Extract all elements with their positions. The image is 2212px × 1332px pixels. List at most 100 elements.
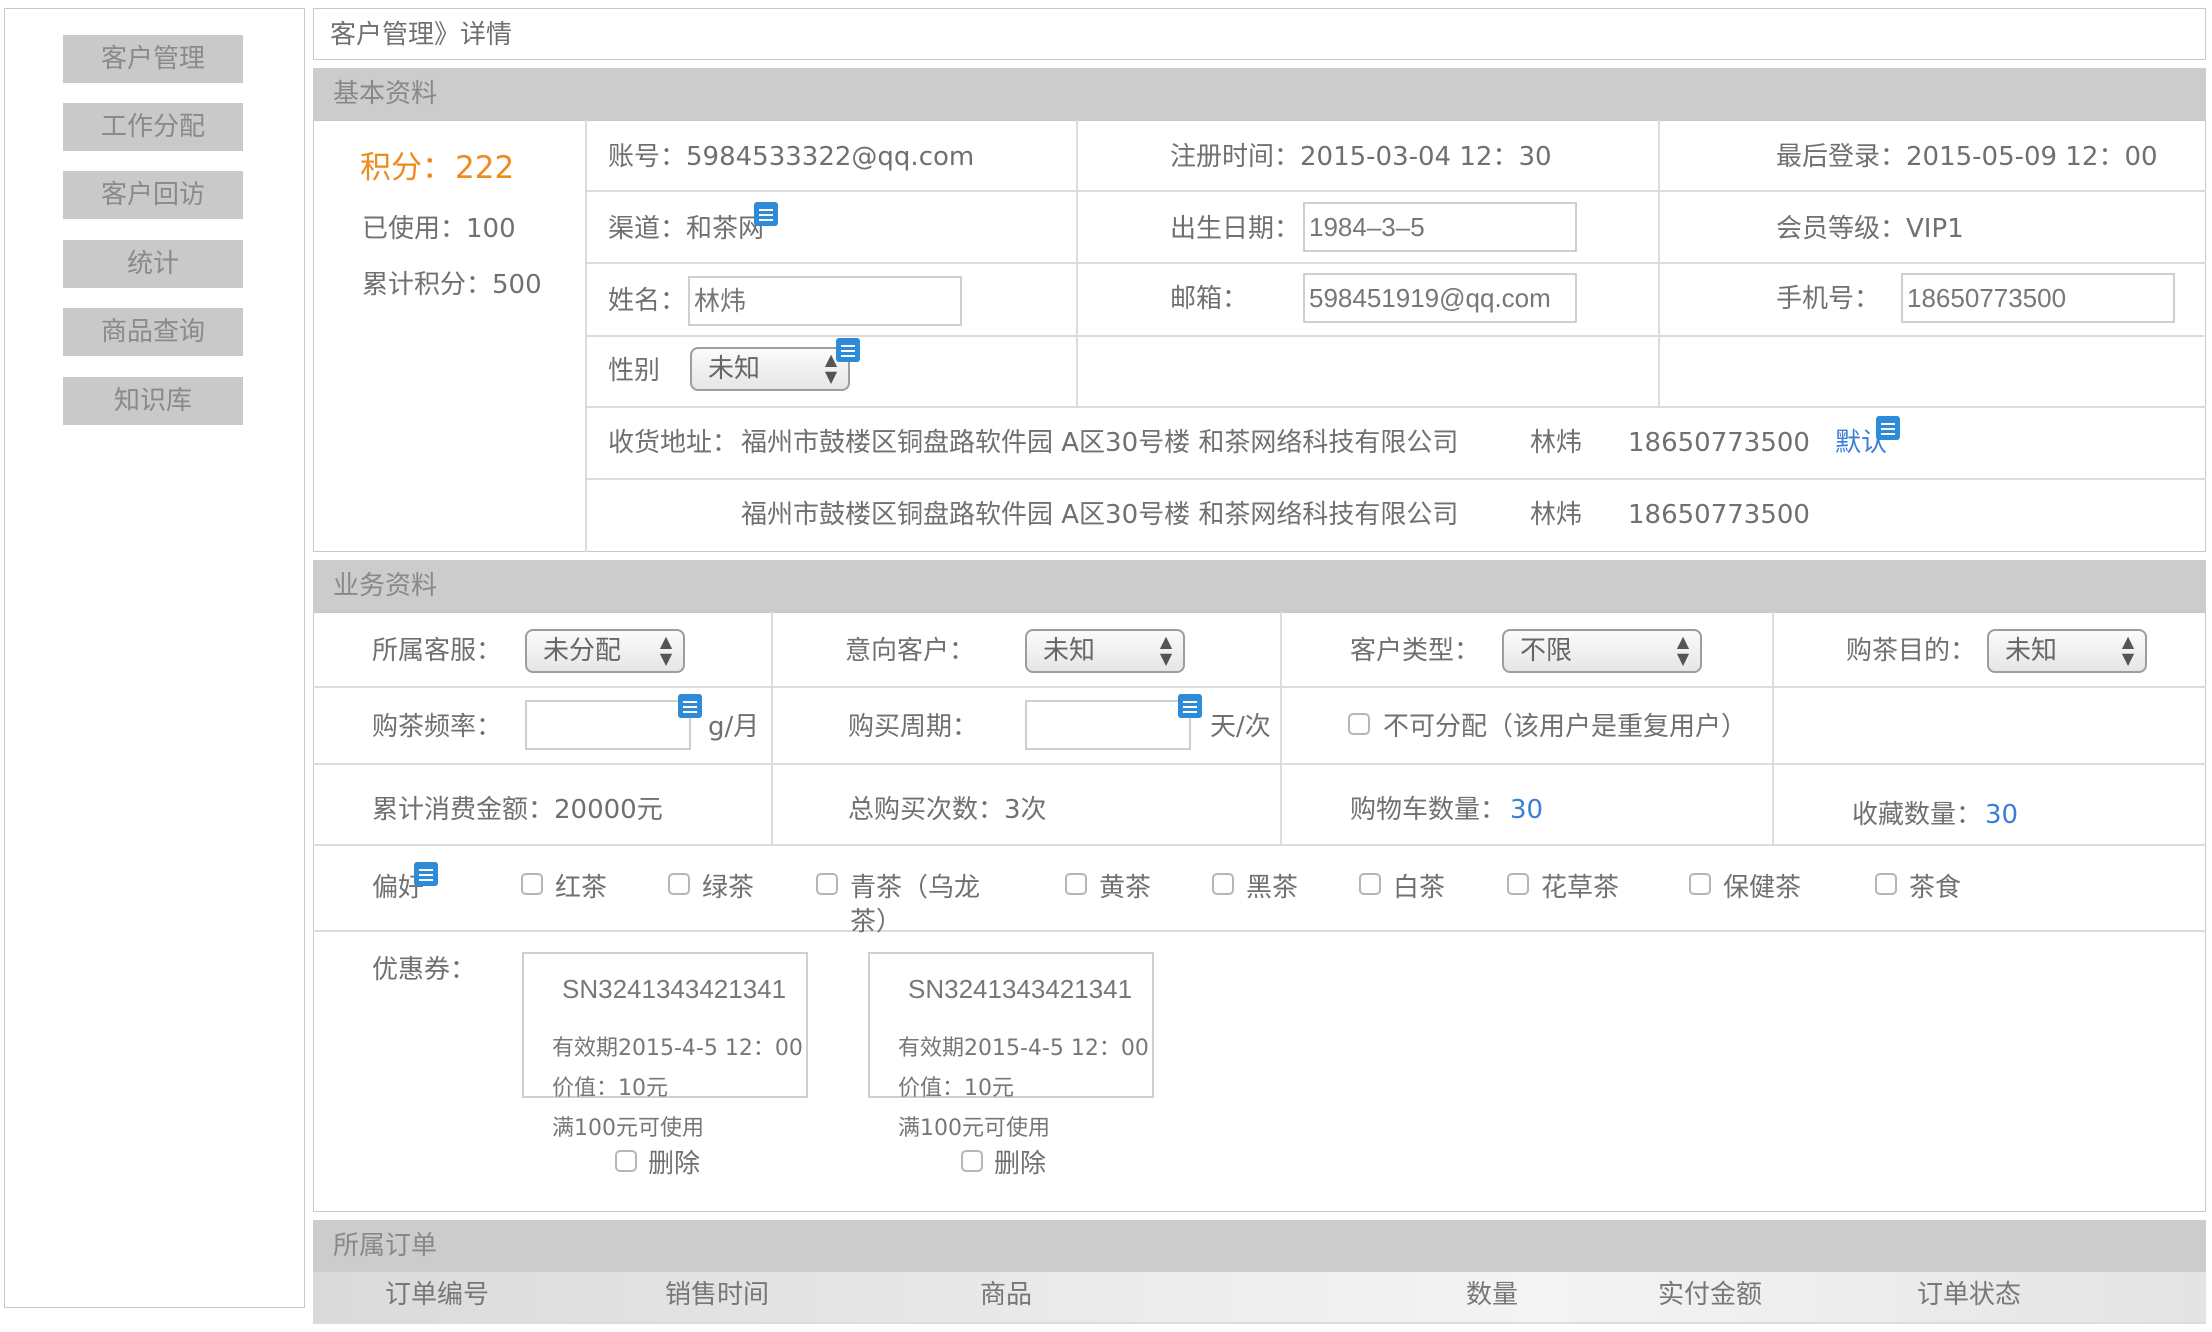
sidebar-item-statistics[interactable]: 统计 [63,240,243,288]
no-assign-label: 不可分配（该用户是重复用户） [1383,712,1748,742]
pref-yellow-tea-checkbox[interactable] [1065,873,1087,895]
pref-label: 红茶 [555,873,608,903]
address-name: 林炜 [1530,428,1583,458]
column-header: 数量 [1466,1280,1519,1310]
pref-label: 花草茶 [1541,873,1620,903]
divider [313,763,2206,765]
address-name: 林炜 [1530,500,1583,530]
register-time: 注册时间：2015-03-04 12：30 [1170,142,1552,172]
sidebar-item-customer-management[interactable]: 客户管理 [63,35,243,83]
address-phone: 18650773500 [1628,500,1810,530]
fav-count-link[interactable]: 30 [1985,798,2018,832]
pref-herbal-tea-checkbox[interactable] [1507,873,1529,895]
coupon-card: SN3241343421341 有效期2015-4-5 12：00 价值：10元… [868,952,1154,1141]
gender-label: 性别 [608,356,661,386]
coupon-label: 优惠券： [372,955,477,985]
divider [585,262,2206,264]
email-label: 邮箱： [1170,284,1249,314]
breadcrumb-bar: 客户管理》详情 [313,8,2206,60]
coupon-value: 价值：10元 [552,1076,668,1101]
last-login: 最后登录：2015-05-09 12：00 [1776,142,2158,172]
pref-label: 茶食 [1909,873,1962,903]
sidebar: 客户管理 工作分配 客户回访 统计 商品查询 知识库 [4,8,305,1308]
section-business-title: 业务资料 [313,560,2206,612]
pref-red-tea-checkbox[interactable] [521,873,543,895]
select-arrows-icon: ▲ ▼ [1159,632,1173,668]
coupon-valid: 有效期2015-4-5 12：00 [552,1036,803,1061]
phone-label: 手机号： [1776,284,1881,314]
column-header: 订单状态 [1917,1280,2022,1310]
sidebar-item-customer-revisit[interactable]: 客户回访 [63,171,243,219]
coupon-delete-checkbox[interactable] [961,1150,983,1172]
sidebar-item-product-search[interactable]: 商品查询 [63,308,243,356]
pref-label: 绿茶 [702,873,755,903]
intent-select-value: 未知 [1043,636,1096,666]
gender-select-value: 未知 [708,354,761,384]
select-arrows-icon: ▲ ▼ [2121,632,2135,668]
divider [313,930,2206,932]
purpose-select-value: 未知 [2005,636,2058,666]
total-spent: 累计消费金额：20000元 [372,795,663,825]
select-arrows-icon: ▲ ▼ [1676,632,1690,668]
pref-label: 保健茶 [1723,873,1802,903]
divider [1076,120,1078,336]
address-line: 福州市鼓楼区铜盘路软件园 A区30号楼 和茶网络科技有限公司 [741,428,1459,458]
service-label: 所属客服： [372,636,503,666]
note-icon[interactable] [1178,694,1202,718]
coupon-delete-label: 删除 [648,1149,701,1179]
phone-field[interactable]: 18650773500 [1901,273,2175,323]
section-orders-title: 所属订单 [313,1220,2206,1272]
divider [585,478,2206,480]
frequency-label: 购茶频率： [372,712,503,742]
address-phone: 18650773500 [1628,428,1810,458]
customer-type-select[interactable]: 不限 ▲ ▼ [1502,629,1702,673]
coupon-rule: 满100元可使用 [898,1116,1050,1141]
email-field[interactable]: 598451919@qq.com [1303,273,1577,323]
divider [1772,612,1774,844]
divider [1076,336,1078,408]
points-label: 积分： [360,150,453,186]
pref-green-tea-checkbox[interactable] [668,873,690,895]
pref-label: 青茶（乌龙 [850,873,981,903]
coupon-delete-checkbox[interactable] [615,1150,637,1172]
section-basic-title: 基本资料 [313,68,2206,120]
sidebar-item-work-assignment[interactable]: 工作分配 [63,103,243,151]
cart-label: 购物车数量： [1350,795,1507,825]
service-select[interactable]: 未分配 ▲ ▼ [525,629,685,673]
note-icon[interactable] [754,202,778,226]
sidebar-item-knowledge-base[interactable]: 知识库 [63,377,243,425]
pref-white-tea-checkbox[interactable] [1359,873,1381,895]
pref-label: 黑茶 [1246,873,1299,903]
pref-label: 白茶 [1393,873,1446,903]
column-header: 实付金额 [1658,1280,1763,1310]
points-value: 222 [455,150,515,186]
gender-select[interactable]: 未知 ▲ ▼ [690,347,850,391]
fav-label: 收藏数量： [1852,800,1983,830]
cycle-unit: 天/次 [1210,712,1271,742]
coupon-rule: 满100元可使用 [552,1116,704,1141]
purpose-select[interactable]: 未知 ▲ ▼ [1987,629,2147,673]
frequency-field[interactable] [525,700,691,750]
pref-tea-snacks-checkbox[interactable] [1875,873,1897,895]
divider [585,406,2206,408]
birth-date-field[interactable]: 1984–3–5 [1303,202,1577,252]
name-label: 姓名： [608,286,687,316]
pref-health-tea-checkbox[interactable] [1689,873,1711,895]
breadcrumb: 客户管理》详情 [330,20,513,50]
coupon-valid: 有效期2015-4-5 12：00 [898,1036,1149,1061]
no-assign-checkbox[interactable] [1348,713,1370,735]
name-field[interactable]: 林炜 [688,276,962,326]
divider [585,190,2206,192]
birth-label: 出生日期： [1170,214,1301,244]
channel: 渠道：和茶网 [608,214,765,244]
note-icon[interactable] [1876,416,1900,440]
cycle-field[interactable] [1025,700,1191,750]
intent-select[interactable]: 未知 ▲ ▼ [1025,629,1185,673]
note-icon[interactable] [414,862,438,886]
pref-oolong-tea-checkbox[interactable] [816,873,838,895]
column-header: 订单编号 [385,1280,490,1310]
note-icon[interactable] [678,694,702,718]
pref-dark-tea-checkbox[interactable] [1212,873,1234,895]
note-icon[interactable] [836,338,860,362]
cart-count-link[interactable]: 30 [1510,793,1543,827]
